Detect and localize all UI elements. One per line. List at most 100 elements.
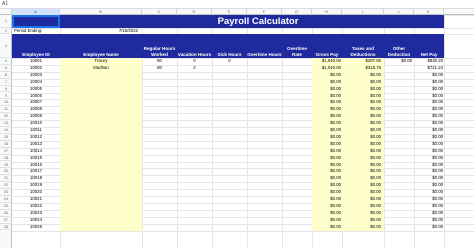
gross-pay-cell[interactable]: $1,040.00 xyxy=(312,65,342,71)
employee-id-cell[interactable]: 10001 xyxy=(12,58,60,64)
other-deduction-cell[interactable] xyxy=(384,210,414,216)
net-pay-cell[interactable]: $0.00 xyxy=(414,106,444,112)
employee-name-cell[interactable] xyxy=(60,86,142,92)
sick-hours-cell[interactable] xyxy=(212,106,247,112)
other-deduction-cell[interactable] xyxy=(384,65,414,71)
employee-name-cell[interactable] xyxy=(60,203,142,209)
employee-id-cell[interactable]: 10008 xyxy=(12,106,60,112)
employee-id-cell[interactable]: 10020 xyxy=(12,189,60,195)
regular-hours-cell[interactable] xyxy=(142,120,177,126)
regular-hours-cell[interactable]: 80 xyxy=(142,65,177,71)
gross-pay-cell[interactable]: $0.00 xyxy=(312,162,342,168)
regular-hours-cell[interactable] xyxy=(142,113,177,119)
row-header[interactable]: 24 xyxy=(0,196,12,203)
employee-name-cell[interactable]: Tracey xyxy=(60,58,142,64)
regular-hours-cell[interactable]: 80 xyxy=(142,58,177,64)
other-deduction-cell[interactable] xyxy=(384,127,414,133)
taxes-cell[interactable]: $0.00 xyxy=(342,148,382,154)
row-header[interactable]: 11 xyxy=(0,106,12,114)
net-pay-cell[interactable]: $0.00 xyxy=(414,127,444,133)
regular-hours-cell[interactable] xyxy=(142,210,177,216)
employee-name-cell[interactable] xyxy=(60,79,142,85)
net-pay-cell[interactable]: $0.00 xyxy=(414,148,444,154)
employee-id-cell[interactable]: 10023 xyxy=(12,210,60,216)
selected-cell-a1[interactable] xyxy=(12,15,60,28)
vacation-hours-cell[interactable]: 2 xyxy=(177,65,212,71)
employee-name-cell[interactable] xyxy=(60,162,142,168)
taxes-cell[interactable]: $0.00 xyxy=(342,79,382,85)
other-deduction-cell[interactable] xyxy=(384,224,414,230)
employee-id-cell[interactable]: 10003 xyxy=(12,72,60,78)
net-pay-cell[interactable]: $721.24 xyxy=(414,65,444,71)
vacation-hours-cell[interactable] xyxy=(177,210,212,216)
vacation-hours-cell[interactable] xyxy=(177,127,212,133)
taxes-cell[interactable]: $0.00 xyxy=(342,217,382,223)
employee-name-cell[interactable] xyxy=(60,113,142,119)
vacation-hours-cell[interactable] xyxy=(177,113,212,119)
vacation-hours-cell[interactable] xyxy=(177,106,212,112)
regular-hours-cell[interactable] xyxy=(142,182,177,188)
row-header[interactable]: 15 xyxy=(0,134,12,141)
gross-pay-cell[interactable]: $0.00 xyxy=(312,99,342,105)
taxes-cell[interactable]: $0.00 xyxy=(342,93,382,99)
vacation-hours-cell[interactable] xyxy=(177,162,212,168)
row-header[interactable]: 8 xyxy=(0,86,12,93)
row-header[interactable]: 16 xyxy=(0,141,12,148)
sick-hours-cell[interactable] xyxy=(212,203,247,209)
taxes-cell[interactable]: $0.00 xyxy=(342,155,382,161)
employee-id-cell[interactable]: 10012 xyxy=(12,134,60,140)
other-deduction-cell[interactable] xyxy=(384,134,414,140)
net-pay-cell[interactable]: $830.20 xyxy=(414,58,444,64)
employee-id-cell[interactable]: 10017 xyxy=(12,168,60,174)
net-pay-cell[interactable]: $0.00 xyxy=(414,162,444,168)
employee-id-cell[interactable]: 10016 xyxy=(12,162,60,168)
regular-hours-cell[interactable] xyxy=(142,203,177,209)
other-deduction-cell[interactable] xyxy=(384,106,414,112)
vacation-hours-cell[interactable] xyxy=(177,93,212,99)
employee-id-cell[interactable]: 10002 xyxy=(12,65,60,71)
employee-id-cell[interactable]: 10006 xyxy=(12,93,60,99)
vacation-hours-cell[interactable] xyxy=(177,99,212,105)
employee-name-cell[interactable] xyxy=(60,120,142,126)
employee-id-cell[interactable]: 10021 xyxy=(12,196,60,202)
row-header[interactable]: 28 xyxy=(0,224,12,231)
regular-hours-cell[interactable] xyxy=(142,141,177,147)
gross-pay-cell[interactable]: $0.00 xyxy=(312,224,342,230)
net-pay-cell[interactable]: $0.00 xyxy=(414,175,444,181)
employee-id-cell[interactable]: 10011 xyxy=(12,127,60,133)
gross-pay-cell[interactable]: $0.00 xyxy=(312,196,342,202)
sick-hours-cell[interactable]: 0 xyxy=(212,58,247,64)
sick-hours-cell[interactable] xyxy=(212,155,247,161)
vacation-hours-cell[interactable] xyxy=(177,141,212,147)
regular-hours-cell[interactable] xyxy=(142,79,177,85)
row-header[interactable]: 9 xyxy=(0,93,12,100)
taxes-cell[interactable]: $0.00 xyxy=(342,182,382,188)
employee-id-cell[interactable]: 10010 xyxy=(12,120,60,126)
taxes-cell[interactable]: $0.00 xyxy=(342,127,382,133)
net-pay-cell[interactable]: $0.00 xyxy=(414,72,444,78)
sick-hours-cell[interactable] xyxy=(212,134,247,140)
regular-hours-cell[interactable] xyxy=(142,189,177,195)
row-header[interactable]: 27 xyxy=(0,217,12,224)
gross-pay-cell[interactable]: $0.00 xyxy=(312,155,342,161)
other-deduction-cell[interactable] xyxy=(384,217,414,223)
taxes-cell[interactable]: $0.00 xyxy=(342,99,382,105)
other-deduction-cell[interactable] xyxy=(384,189,414,195)
gross-pay-cell[interactable]: $0.00 xyxy=(312,127,342,133)
row-header[interactable]: 10 xyxy=(0,99,12,107)
employee-id-cell[interactable]: 10018 xyxy=(12,175,60,181)
vacation-hours-cell[interactable] xyxy=(177,175,212,181)
net-pay-cell[interactable]: $0.00 xyxy=(414,120,444,126)
gross-pay-cell[interactable]: $0.00 xyxy=(312,203,342,209)
sick-hours-cell[interactable] xyxy=(212,162,247,168)
employee-id-cell[interactable]: 10007 xyxy=(12,99,60,105)
taxes-cell[interactable]: $0.00 xyxy=(342,86,382,92)
regular-hours-cell[interactable] xyxy=(142,224,177,230)
sick-hours-cell[interactable] xyxy=(212,148,247,154)
employee-name-cell[interactable] xyxy=(60,217,142,223)
gross-pay-cell[interactable]: $0.00 xyxy=(312,134,342,140)
vacation-hours-cell[interactable]: 0 xyxy=(177,58,212,64)
employee-name-cell[interactable] xyxy=(60,224,142,230)
vacation-hours-cell[interactable] xyxy=(177,120,212,126)
sick-hours-cell[interactable] xyxy=(212,210,247,216)
